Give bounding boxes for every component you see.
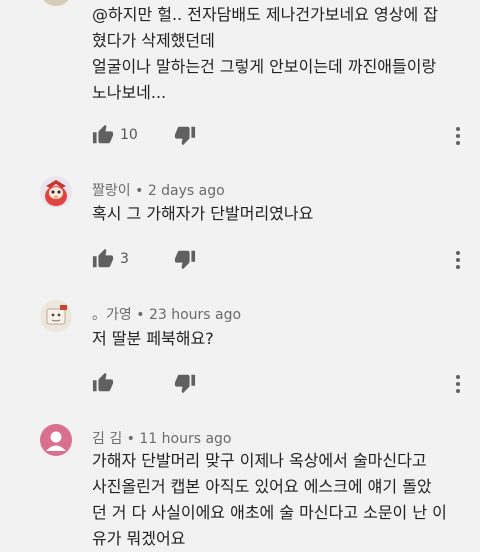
comment-text: 혹시 그 가해자가 단발머리였나요 bbox=[92, 201, 464, 227]
comment-author[interactable]: 。가영 bbox=[92, 307, 132, 323]
like-button[interactable]: 3 bbox=[92, 248, 129, 272]
comment-line: 혹시 그 가해자가 단발머리였나요 bbox=[92, 204, 314, 223]
avatar[interactable] bbox=[40, 0, 72, 6]
more-options-button[interactable] bbox=[448, 372, 468, 396]
like-icon bbox=[92, 248, 114, 268]
comment-meta: 짤랑이 • 2 days ago bbox=[92, 180, 225, 200]
comment-line: @하지만 헐.. 전자담배도 제나건가보네요 영상에 잡 bbox=[92, 5, 439, 24]
comment-text: 저 딸분 페북해요? bbox=[92, 326, 464, 352]
meta-separator: • bbox=[136, 307, 145, 323]
avatar[interactable] bbox=[40, 176, 72, 208]
dislike-button[interactable] bbox=[174, 124, 198, 148]
dislike-button[interactable] bbox=[174, 372, 198, 396]
comment-line: 얼굴이나 말하는건 그렇게 안보이는데 까진애들이랑 bbox=[92, 57, 437, 76]
meta-separator: • bbox=[126, 431, 135, 447]
more-vert-icon bbox=[456, 375, 460, 393]
comment-line: 가해자 단발머리 맞구 이제나 옥상에서 술마신다고 bbox=[92, 451, 427, 470]
comment-line: 던 거 다 사실이에요 애초에 술 마신다고 소문이 난 이 bbox=[92, 503, 447, 522]
like-icon bbox=[92, 124, 114, 144]
dislike-icon bbox=[174, 126, 196, 146]
more-options-button[interactable] bbox=[448, 248, 468, 272]
comment-line: 유가 뭐겠어요 bbox=[92, 529, 186, 548]
comment-author[interactable]: 짤랑이 bbox=[92, 183, 131, 199]
meta-separator: • bbox=[135, 183, 144, 199]
comment-meta: 。가영 • 23 hours ago bbox=[92, 304, 241, 324]
comment-text: @하지만 헐.. 전자담배도 제나건가보네요 영상에 잡 혔다가 삭제했던데 얼… bbox=[92, 2, 464, 106]
comment-line: 사진올린거 캡본 아직도 있어요 에스크에 얘기 돌았 bbox=[92, 477, 432, 496]
comment-time[interactable]: 23 hours ago bbox=[149, 307, 241, 323]
comment-line: 혔다가 삭제했던데 bbox=[92, 31, 215, 50]
comment-time[interactable]: 2 days ago bbox=[148, 183, 225, 199]
like-button[interactable]: 10 bbox=[92, 124, 138, 148]
like-button[interactable] bbox=[92, 372, 116, 396]
like-count: 10 bbox=[120, 127, 138, 143]
avatar[interactable] bbox=[40, 300, 72, 332]
more-vert-icon bbox=[456, 127, 460, 145]
more-vert-icon bbox=[456, 251, 460, 269]
comment-line: 노나보네... bbox=[92, 83, 167, 102]
default-avatar-icon bbox=[40, 424, 72, 456]
comment-meta: 김 김 • 11 hours ago bbox=[92, 428, 232, 448]
dislike-button[interactable] bbox=[174, 248, 198, 272]
like-icon bbox=[92, 372, 114, 392]
avatar[interactable] bbox=[40, 424, 72, 456]
comment-text: 가해자 단발머리 맞구 이제나 옥상에서 술마신다고 사진올린거 캡본 아직도 … bbox=[92, 448, 464, 552]
more-options-button[interactable] bbox=[448, 124, 468, 148]
comment-author[interactable]: 김 김 bbox=[92, 431, 122, 447]
dislike-icon bbox=[174, 374, 196, 394]
comment-line: 저 딸분 페북해요? bbox=[92, 329, 214, 348]
comment-time[interactable]: 11 hours ago bbox=[139, 431, 231, 447]
dislike-icon bbox=[174, 250, 196, 270]
like-count: 3 bbox=[120, 251, 129, 267]
